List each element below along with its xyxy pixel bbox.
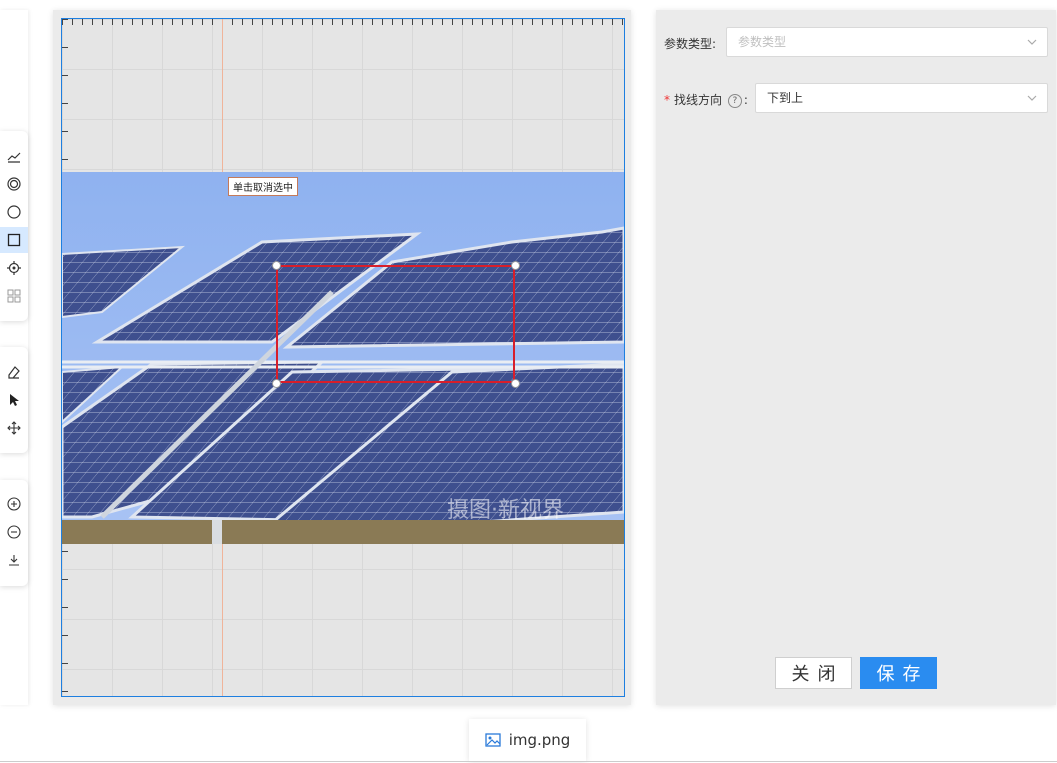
rectangle-tool-button[interactable] — [0, 227, 28, 253]
search-direction-value: 下到上 — [767, 91, 804, 105]
eraser-icon — [8, 366, 20, 379]
help-icon[interactable]: ? — [727, 93, 742, 108]
polyline-icon — [7, 152, 21, 163]
close-button[interactable]: 关闭 — [775, 657, 852, 689]
param-type-select[interactable]: 参数类型 — [726, 27, 1048, 57]
circle-icon — [7, 205, 21, 219]
annotation-canvas[interactable]: 摄图·新视界 单击取消选中 — [61, 18, 625, 697]
select-tool-button[interactable] — [0, 387, 28, 413]
view-toolbar — [0, 480, 28, 586]
cursor-icon — [10, 394, 19, 406]
zoom-out-tool-button[interactable] — [0, 519, 28, 545]
handle-top-left[interactable] — [272, 261, 281, 270]
eraser-tool-button[interactable] — [0, 359, 28, 385]
crosshair-icon — [7, 261, 21, 275]
image-icon — [485, 733, 501, 747]
param-type-placeholder: 参数类型 — [738, 35, 787, 49]
param-type-label: 参数类型: — [664, 37, 717, 51]
grid-tool-button[interactable] — [0, 283, 28, 309]
move-icon — [7, 421, 21, 435]
top-ruler — [62, 19, 624, 29]
save-button[interactable]: 保存 — [860, 657, 937, 689]
bottom-divider — [0, 761, 1057, 762]
required-mark: * — [664, 93, 670, 107]
handle-bottom-right[interactable] — [511, 379, 520, 388]
chevron-down-icon — [1027, 39, 1037, 45]
search-direction-select[interactable]: 下到上 — [755, 83, 1048, 113]
selection-rectangle[interactable] — [276, 265, 515, 383]
search-direction-label: * 找线方向 ?: — [664, 93, 748, 108]
handle-bottom-left[interactable] — [272, 379, 281, 388]
grid-icon — [7, 289, 21, 303]
polyline-tool-button[interactable] — [0, 143, 28, 169]
download-tool-button[interactable] — [0, 547, 28, 573]
zoom-out-icon — [7, 525, 21, 539]
move-tool-button[interactable] — [0, 415, 28, 441]
properties-panel — [656, 10, 1056, 705]
watermark-text: 摄图·新视界 — [447, 498, 564, 523]
file-name: img.png — [508, 731, 571, 749]
handle-top-right[interactable] — [511, 261, 520, 270]
ring-tool-button[interactable] — [0, 171, 28, 197]
edit-toolbar — [0, 347, 28, 453]
zoom-in-icon — [7, 497, 21, 511]
point-tool-button[interactable] — [0, 255, 28, 281]
zoom-in-tool-button[interactable] — [0, 491, 28, 517]
download-icon — [9, 555, 19, 566]
circle-tool-button[interactable] — [0, 199, 28, 225]
deselect-tooltip: 单击取消选中 — [228, 177, 298, 196]
rectangle-icon — [7, 233, 21, 247]
file-tab[interactable]: img.png — [469, 719, 586, 761]
draw-toolbar — [0, 131, 28, 321]
chevron-down-icon — [1027, 95, 1037, 101]
concentric-circle-icon — [7, 177, 21, 191]
